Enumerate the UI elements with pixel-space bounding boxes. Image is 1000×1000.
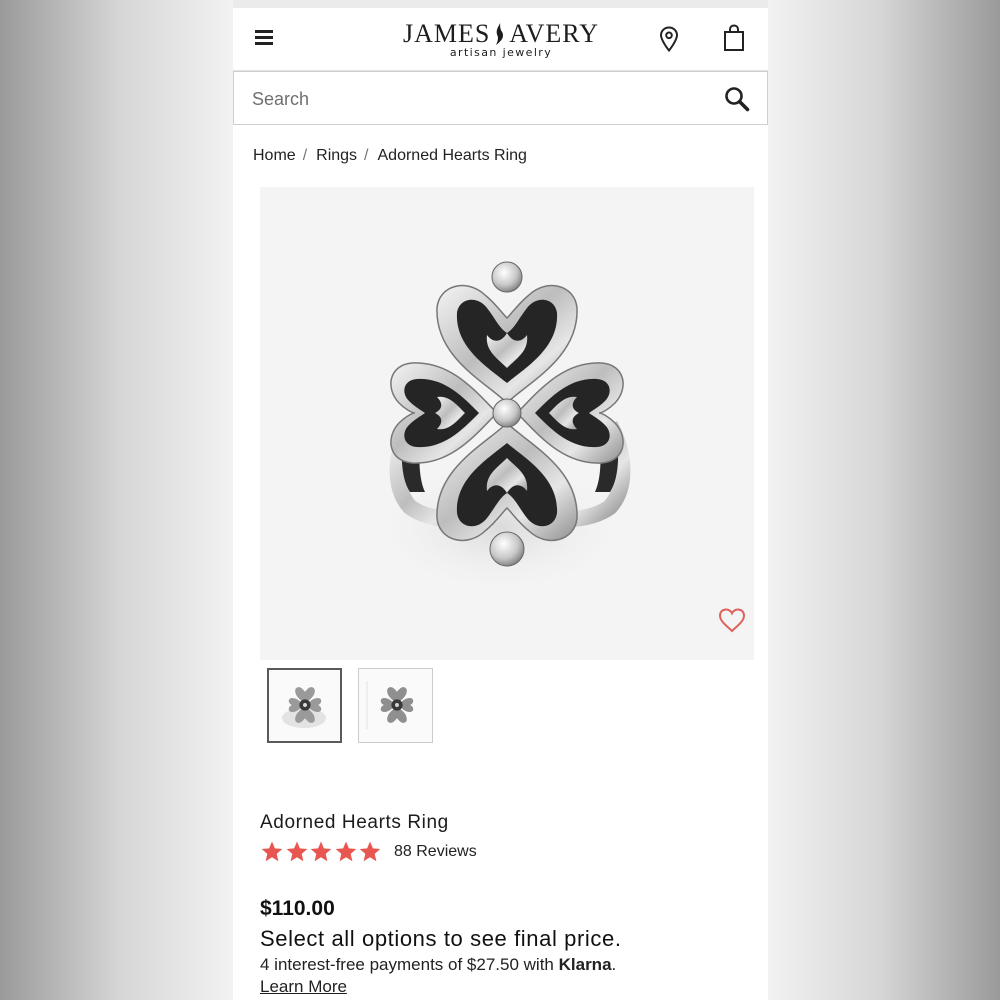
klarna-installments: 4 interest-free payments of $27.50 with … (260, 955, 616, 975)
brand-logo[interactable]: JAMES AVERY artisan jewelry (403, 20, 599, 59)
thumbnail-2[interactable] (358, 668, 433, 743)
menu-icon[interactable] (255, 30, 273, 46)
breadcrumb-rings[interactable]: Rings (316, 147, 357, 165)
star-rating[interactable] (260, 840, 383, 864)
product-title: Adorned Hearts Ring (260, 812, 449, 833)
logo-tagline: artisan jewelry (449, 46, 553, 59)
logo-word-left: JAMES (403, 19, 491, 48)
site-header: JAMES AVERY artisan jewelry (233, 8, 768, 71)
ring-image (370, 261, 631, 597)
breadcrumb-separator: / (364, 147, 369, 164)
learn-more-link[interactable]: Learn More (260, 977, 347, 997)
select-options-note: Select all options to see final price. (260, 926, 622, 951)
star-icon (261, 841, 283, 862)
location-pin-icon[interactable] (659, 26, 679, 52)
search-input[interactable] (250, 85, 694, 113)
breadcrumb: Home / Rings / Adorned Hearts Ring (253, 147, 527, 165)
product-image[interactable] (260, 187, 754, 660)
product-price: $110.00 (260, 897, 335, 920)
shopping-bag-icon[interactable] (723, 24, 745, 52)
star-icon (335, 841, 356, 862)
klarna-brand: Klarna (558, 955, 612, 974)
breadcrumb-home[interactable]: Home (253, 147, 296, 165)
star-icon (359, 841, 381, 862)
mobile-page: JAMES AVERY artisan jewelry Home (233, 0, 768, 1000)
logo-word-right: AVERY (509, 19, 599, 48)
flame-icon (496, 22, 504, 46)
search-icon[interactable] (724, 86, 750, 112)
star-icon (286, 841, 307, 862)
installments-period: . (611, 955, 617, 974)
status-strip (233, 0, 768, 8)
installments-text: 4 interest-free payments of $27.50 with (260, 955, 559, 974)
wishlist-heart-icon[interactable] (718, 607, 746, 633)
thumbnail-ring-image (366, 681, 414, 729)
breadcrumb-current: Adorned Hearts Ring (377, 147, 527, 164)
star-icon (310, 841, 332, 862)
reviews-link[interactable]: 88 Reviews (394, 843, 477, 861)
search-bar (233, 71, 768, 125)
thumbnail-ring-image (282, 687, 326, 728)
thumbnail-1[interactable] (267, 668, 342, 743)
breadcrumb-separator: / (302, 147, 308, 164)
